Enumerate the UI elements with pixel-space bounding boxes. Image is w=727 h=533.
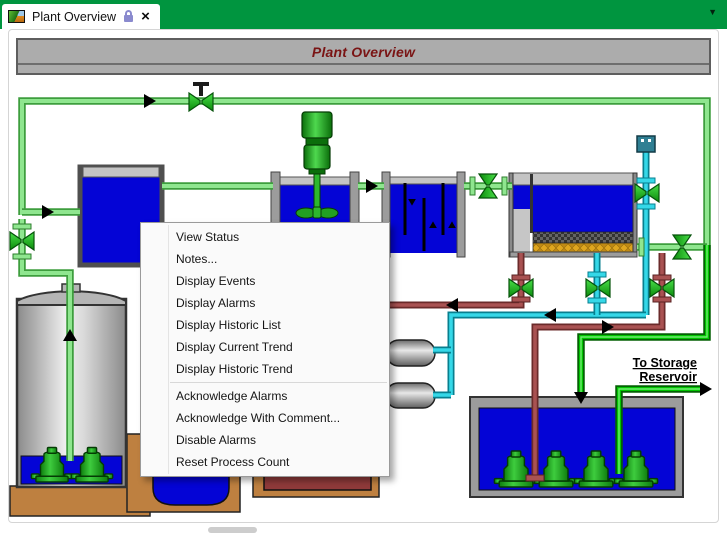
menu-item-notes[interactable]: Notes... [141,248,389,270]
filter-tank[interactable] [509,173,637,257]
menu-item-view-status[interactable]: View Status [141,226,389,248]
menu-gutter [168,225,169,474]
to-storage-line1: To Storage [633,356,697,370]
menu-item-reset-process-count[interactable]: Reset Process Count [141,451,389,473]
chlorinator[interactable] [637,136,655,152]
to-storage-label: To Storage Reservoir [633,356,697,384]
to-storage-line2: Reservoir [639,370,697,384]
menu-item-display-alarms[interactable]: Display Alarms [141,292,389,314]
menu-item-display-historic-list[interactable]: Display Historic List [141,314,389,336]
pressure-tank-2[interactable] [386,383,435,408]
clearwell-reservoir[interactable] [470,397,683,497]
main-line-valve[interactable] [189,82,213,111]
menu-item-display-historic-trend[interactable]: Display Historic Trend [141,358,389,380]
menu-item-display-events[interactable]: Display Events [141,270,389,292]
menu-separator [170,382,387,383]
menu-item-display-current-trend[interactable]: Display Current Trend [141,336,389,358]
serpentine-tank[interactable] [382,172,465,257]
context-menu: View Status Notes... Display Events Disp… [140,222,390,477]
menu-item-acknowledge-alarms[interactable]: Acknowledge Alarms [141,385,389,407]
menu-item-disable-alarms[interactable]: Disable Alarms [141,429,389,451]
pressure-tank-1[interactable] [386,340,435,366]
horizontal-scrollbar-thumb[interactable] [208,527,257,533]
menu-item-acknowledge-with-comment[interactable]: Acknowledge With Comment... [141,407,389,429]
